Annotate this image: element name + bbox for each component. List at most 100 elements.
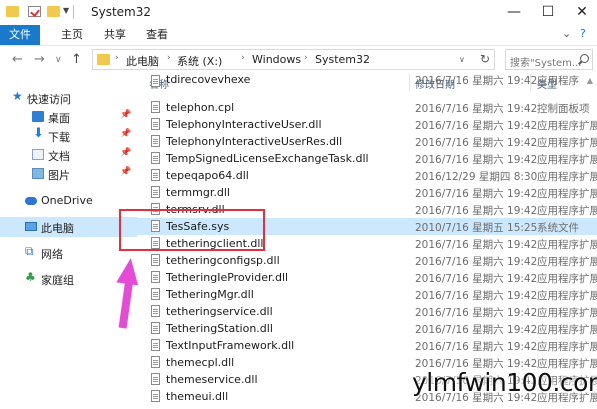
file-name: tetheringconfigsp.dll xyxy=(166,254,280,267)
file-modified-date: 2016/7/16 星期六 19:42 xyxy=(415,137,538,149)
sidebar-item-quick-access[interactable]: ★ 快速访问 xyxy=(0,88,137,108)
file-icon xyxy=(151,118,160,130)
help-icon[interactable]: ? xyxy=(580,27,586,40)
table-row[interactable]: termmgr.dll 2016/7/16 星期六 19:42 应用程序扩展 xyxy=(137,184,597,201)
address-dropdown-icon[interactable]: ∨ xyxy=(459,55,465,64)
maximize-button[interactable]: ☐ xyxy=(531,0,565,25)
properties-icon[interactable] xyxy=(28,6,41,17)
table-row[interactable]: TetheringMgr.dll 2016/7/16 星期六 19:42 应用程序扩… xyxy=(137,286,597,303)
scroll-up-icon[interactable]: ▲ xyxy=(583,74,597,88)
tab-view[interactable]: 查看 xyxy=(137,25,177,45)
title-bar: ▼ System32 — ☐ ✕ xyxy=(0,0,597,25)
file-name: themeui.dll xyxy=(166,390,229,403)
refresh-icon[interactable]: ↻ xyxy=(480,52,490,66)
file-modified-date: 2016/7/16 星期六 19:42 xyxy=(415,205,538,217)
pin-icon[interactable]: 📌 xyxy=(120,110,131,120)
file-name: TetheringStation.dll xyxy=(166,322,273,335)
file-modified-date: 2016/7/16 星期六 19:42 xyxy=(415,341,538,353)
breadcrumb-system32[interactable]: System32 xyxy=(315,53,370,66)
back-arrow-icon[interactable]: ← xyxy=(12,52,23,67)
close-button[interactable]: ✕ xyxy=(565,0,597,25)
file-type: 应用程序扩展 xyxy=(537,154,597,166)
file-icon xyxy=(151,186,160,198)
table-row[interactable]: TelephonyInteractiveUser.dll 2016/7/16 星期… xyxy=(137,116,597,133)
file-type: 应用程序扩展 xyxy=(537,290,597,302)
pin-icon[interactable]: 📌 xyxy=(120,129,131,139)
window-title: System32 xyxy=(91,5,152,19)
pointer-arrow-head xyxy=(116,256,142,286)
breadcrumb-separator-icon[interactable]: › xyxy=(167,53,171,63)
pin-icon[interactable]: 📌 xyxy=(120,167,131,177)
file-name: termmgr.dll xyxy=(166,186,230,199)
file-icon xyxy=(151,390,160,402)
tab-share[interactable]: 共享 xyxy=(95,25,135,45)
file-modified-date: 2016/7/16 星期六 19:42 xyxy=(415,120,538,132)
file-modified-date: 2016/7/16 星期六 19:42 xyxy=(415,256,538,268)
sidebar-item-pictures[interactable]: 图片 📌 xyxy=(0,164,137,184)
breadcrumb-windows[interactable]: Windows xyxy=(252,53,301,66)
watermark: ylmfwin100.com xyxy=(412,368,597,397)
table-row[interactable]: tepeqapo64.dll 2016/12/29 星期四 8:30 应用程序扩展 xyxy=(137,167,597,184)
file-modified-date: 2016/7/16 星期六 19:42 xyxy=(415,75,538,87)
sidebar-item-documents[interactable]: 文档 📌 xyxy=(0,145,137,165)
customize-quick-access-icon[interactable]: ▼ xyxy=(63,6,69,15)
ribbon-collapse-icon[interactable]: ⌄ xyxy=(562,27,571,40)
file-icon xyxy=(151,356,160,368)
file-type: 应用程序扩展 xyxy=(537,120,597,132)
recent-locations-chevron-icon[interactable]: ∨ xyxy=(55,55,62,65)
table-row[interactable]: TelephonyInteractiveUserRes.dll 2016/7/16… xyxy=(137,133,597,150)
file-modified-date: 2016/7/16 星期六 19:42 xyxy=(415,290,538,302)
table-row[interactable]: TempSignedLicenseExchangeTask.dll 2016/7/… xyxy=(137,150,597,167)
file-icon xyxy=(151,75,160,87)
file-type: 应用程序 xyxy=(537,75,579,87)
file-type: 应用程序扩展 xyxy=(537,171,597,183)
file-name: tdirecovevhexe xyxy=(166,74,251,86)
file-name: tepeqapo64.dll xyxy=(166,169,249,182)
breadcrumb-this-pc[interactable]: 此电脑 xyxy=(126,53,159,69)
table-row[interactable]: TetheringStation.dll 2016/7/16 星期六 19:42 应… xyxy=(137,320,597,337)
desktop-icon xyxy=(32,111,44,122)
tab-file[interactable]: 文件 xyxy=(0,25,40,45)
search-input[interactable]: 搜索"System... xyxy=(510,54,581,69)
search-box[interactable]: 搜索"System... xyxy=(505,49,593,70)
forward-arrow-icon[interactable]: → xyxy=(34,52,45,67)
table-row[interactable]: tetheringservice.dll 2016/7/16 星期六 19:42 应… xyxy=(137,303,597,320)
file-name: TelephonyInteractiveUser.dll xyxy=(166,118,322,131)
breadcrumb-separator-icon[interactable]: › xyxy=(241,53,245,63)
file-type: 应用程序扩展 xyxy=(537,256,597,268)
file-modified-date: 2016/7/16 星期六 19:42 xyxy=(415,307,538,319)
folder-icon xyxy=(6,6,19,17)
sidebar-item-label: OneDrive xyxy=(41,194,93,207)
breadcrumb-separator-icon[interactable]: › xyxy=(115,53,119,63)
network-icon: ⧉ xyxy=(25,244,34,258)
sidebar-item-label: 网络 xyxy=(41,248,63,261)
address-bar-row: ← → ∨ ↑ › 此电脑 › 系统 (X:) › Windows › Syst… xyxy=(0,46,597,74)
table-row[interactable]: TetheringIeProvider.dll 2016/7/16 星期六 19:… xyxy=(137,269,597,286)
table-row[interactable]: tdirecovevhexe 2016/7/16 星期六 19:42 应用程序 xyxy=(137,74,597,99)
breadcrumb-system-drive[interactable]: 系统 (X:) xyxy=(177,53,222,69)
sidebar-item-label: 此电脑 xyxy=(41,222,74,235)
address-box[interactable]: › 此电脑 › 系统 (X:) › Windows › System32 ∨ ↻ xyxy=(92,49,495,70)
tab-home[interactable]: 主页 xyxy=(52,25,92,45)
table-row[interactable]: tetheringconfigsp.dll 2016/7/16 星期六 19:42… xyxy=(137,252,597,269)
new-folder-icon[interactable] xyxy=(47,6,60,17)
documents-icon xyxy=(32,149,44,160)
sidebar-item-onedrive[interactable]: OneDrive xyxy=(0,191,137,211)
minimize-button[interactable]: — xyxy=(497,0,531,25)
sidebar-item-downloads[interactable]: ⬇ 下载 📌 xyxy=(0,126,137,146)
sidebar-item-this-pc[interactable]: 此电脑 xyxy=(0,217,137,237)
up-arrow-icon[interactable]: ↑ xyxy=(71,52,82,67)
table-row[interactable]: telephon.cpl 2016/7/16 星期六 19:42 控制面板项 xyxy=(137,99,597,116)
file-name: telephon.cpl xyxy=(166,101,235,114)
sidebar-item-label: 图片 xyxy=(48,169,70,182)
breadcrumb-separator-icon[interactable]: › xyxy=(304,53,308,63)
sidebar-item-network[interactable]: ⧉ 网络 xyxy=(0,243,137,263)
pin-icon[interactable]: 📌 xyxy=(120,148,131,158)
file-icon xyxy=(151,305,160,317)
sidebar-item-desktop[interactable]: 桌面 📌 xyxy=(0,107,137,127)
file-type: 应用程序扩展 xyxy=(537,307,597,319)
file-type: 应用程序扩展 xyxy=(537,341,597,353)
file-modified-date: 2016/7/16 星期六 19:42 xyxy=(415,239,538,251)
file-modified-date: 2016/7/16 星期六 19:42 xyxy=(415,324,538,336)
table-row[interactable]: TextInputFramework.dll 2016/7/16 星期六 19:4… xyxy=(137,337,597,354)
